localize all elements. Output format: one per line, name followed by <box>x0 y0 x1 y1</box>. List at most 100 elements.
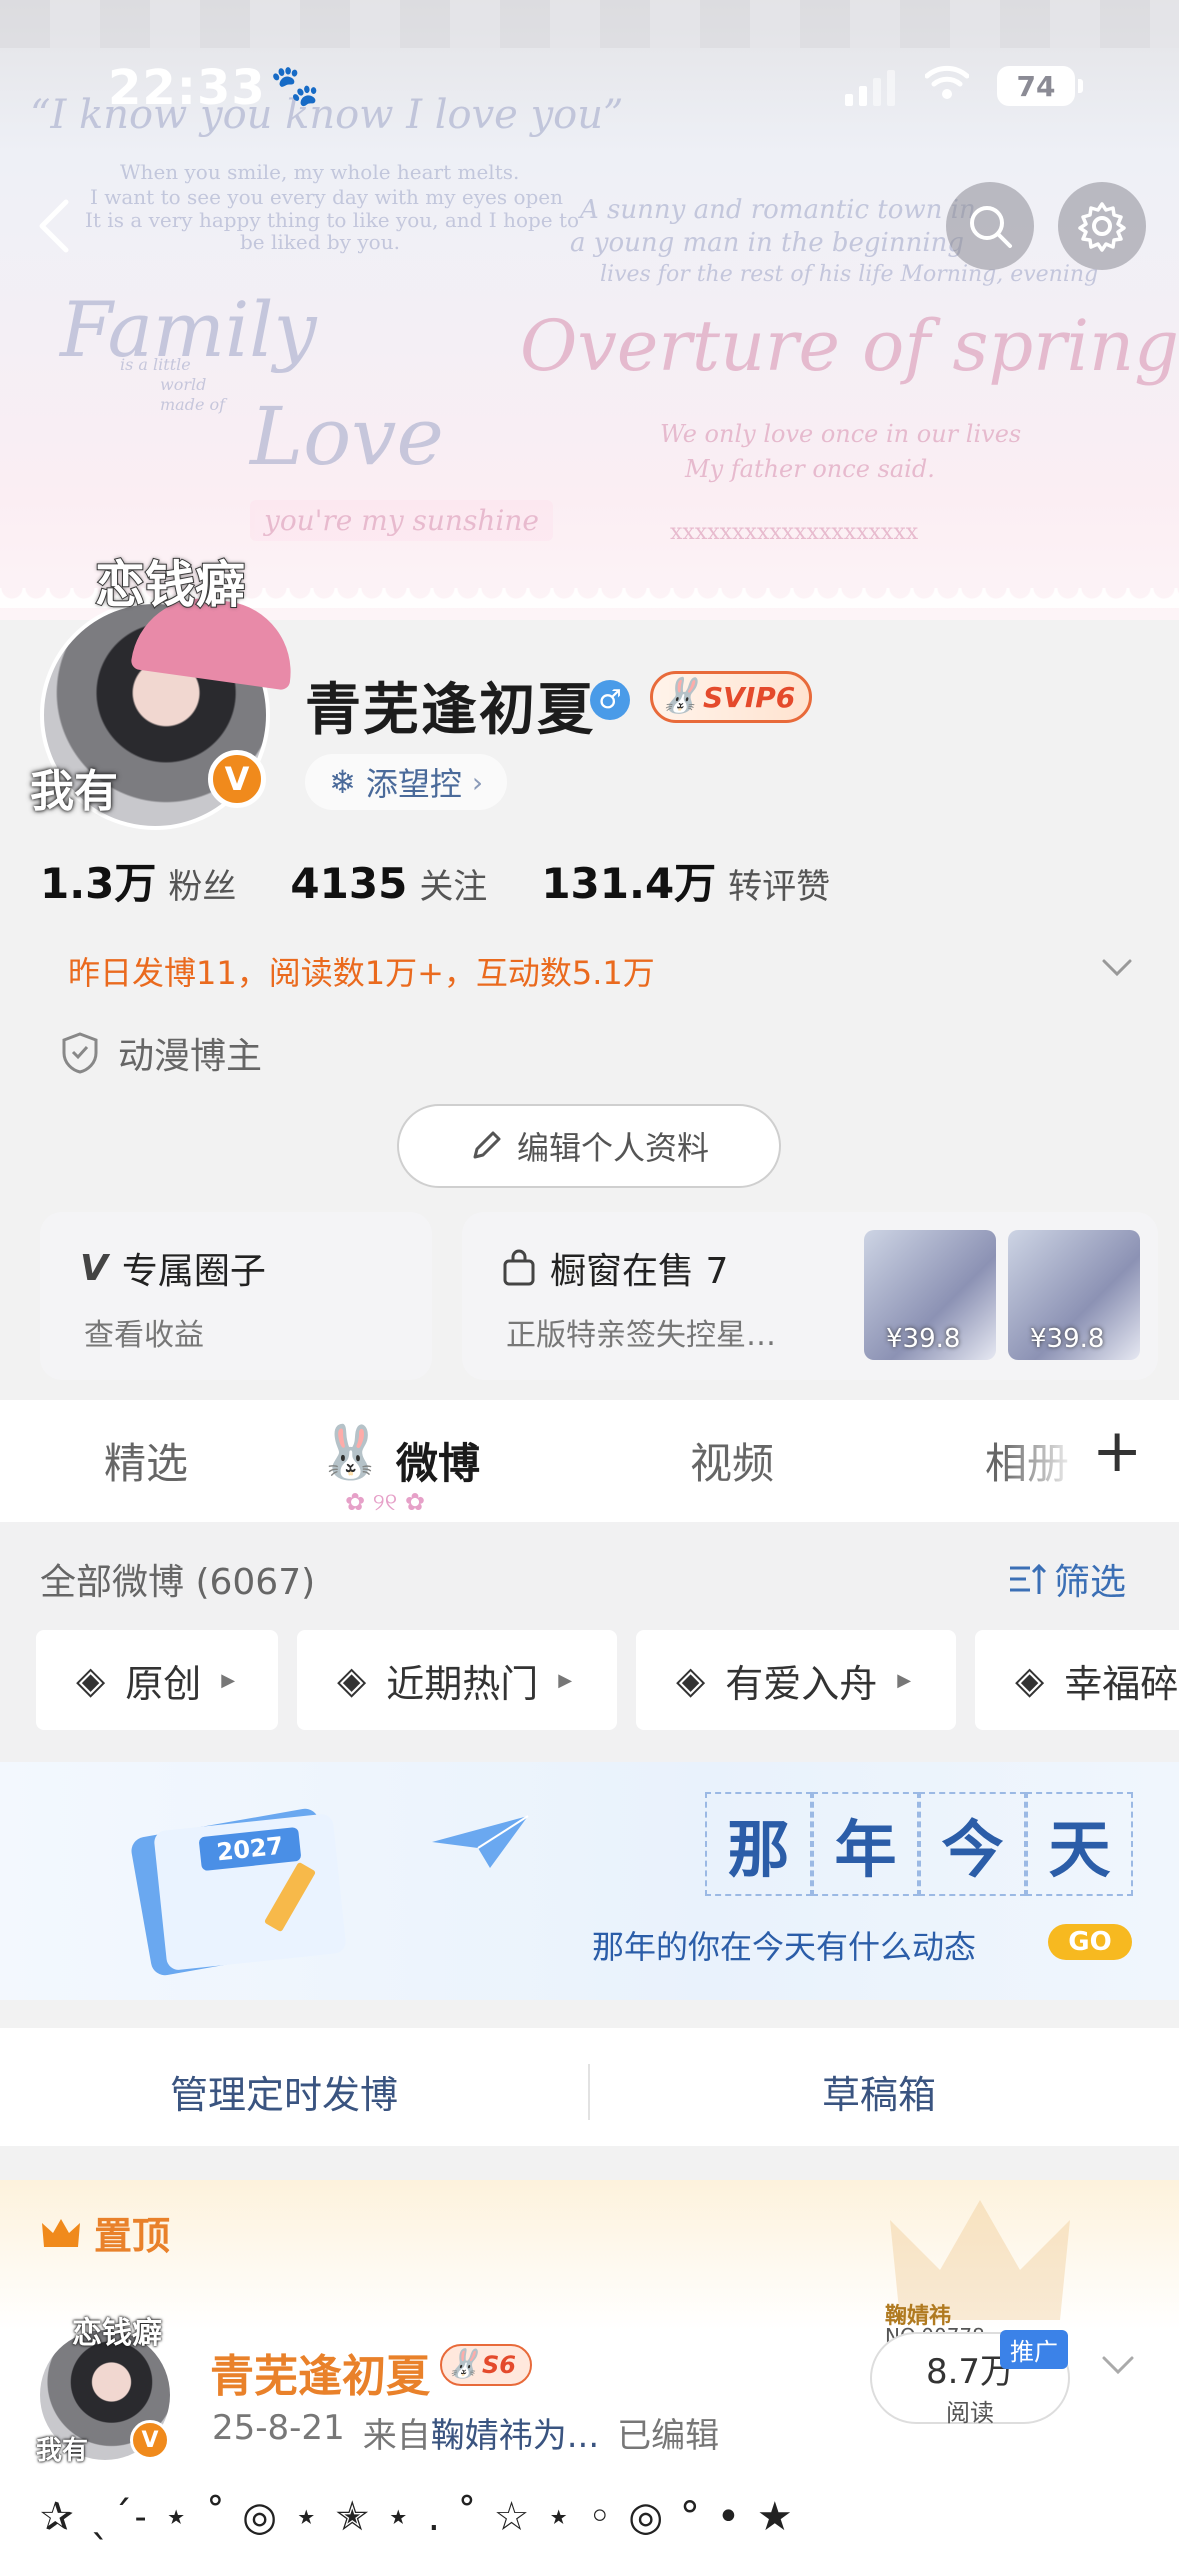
search-icon <box>970 206 1012 248</box>
chevron-down-icon[interactable] <box>1100 2346 1136 2386</box>
verified-badge: V <box>208 750 266 808</box>
svip-level-badge[interactable]: S6 <box>440 2344 532 2386</box>
stat-followers[interactable]: 1.3万 粉丝 <box>40 850 236 911</box>
wifi-icon <box>924 62 970 112</box>
paw-icon: 🐾 <box>270 63 320 109</box>
svip-badge[interactable]: SVIP6 <box>650 671 813 723</box>
exclusive-circle-card[interactable]: V 专属圈子 查看收益 <box>40 1212 432 1380</box>
settings-button[interactable] <box>1058 182 1146 270</box>
scheduled-posts-button[interactable]: 管理定时发博 <box>170 2064 398 2119</box>
profile-tabs: 精选 🐰 微博 ✿ ୨୧ ✿ 视频 相册 + <box>0 1400 1179 1522</box>
read-label: 阅读 <box>946 2399 994 2427</box>
circle-subtitle: 查看收益 <box>84 1318 204 1353</box>
banner-text: My father once said. <box>685 455 935 483</box>
banner-text: a young man in the beginning <box>570 228 965 258</box>
gear-icon <box>1078 202 1126 252</box>
male-icon: ♂ <box>590 680 630 720</box>
filter-icon <box>1010 1563 1047 1594</box>
banner-text: lives for the rest of his life Morning, … <box>600 262 1099 287</box>
post-verified-badge: V <box>130 2420 170 2460</box>
tab-video[interactable]: 视频 <box>690 1430 774 1491</box>
banner-star-strip <box>0 0 1179 48</box>
tab-featured[interactable]: 精选 <box>104 1430 188 1491</box>
snowflake-icon: ❄ <box>329 763 356 801</box>
banner-text: I want to see you every day with my eyes… <box>90 185 564 209</box>
post-avatar-caption-top: 恋钱癖 <box>72 2316 162 2351</box>
tab-weibo[interactable]: 微博 <box>396 1430 480 1491</box>
profile-avatar[interactable]: 恋钱癖 我有 V <box>30 545 300 830</box>
search-button[interactable] <box>946 182 1034 270</box>
pinned-label: 置顶 <box>40 2205 170 2260</box>
shopping-bag-icon <box>503 1249 535 1286</box>
on-this-day-title: 那 年 今 天 <box>705 1792 1133 1896</box>
yesterday-summary[interactable]: 昨日发博11，阅读数1万+，互动数5.1万 <box>68 948 655 994</box>
battery-indicator: 74 <box>997 66 1083 106</box>
product-thumbnail[interactable]: ¥39.8 <box>864 1230 996 1360</box>
shield-icon <box>62 1032 98 1074</box>
post-avatar-caption-bottom: 我有 <box>36 2436 89 2466</box>
profile-stats: 1.3万 粉丝 4135 关注 131.4万 转评赞 <box>40 850 830 911</box>
crown-icon <box>42 2218 80 2247</box>
status-time: 22:33 <box>108 60 266 116</box>
chip-original[interactable]: ◈ 原创 ▶ <box>36 1630 278 1730</box>
layers-icon: ◈ <box>676 1658 706 1702</box>
fan-club-button[interactable]: ❄ 添望控 › <box>305 754 508 810</box>
chip-love[interactable]: ◈ 有爱入舟 ▶ <box>636 1630 956 1730</box>
banner-text: world <box>160 375 207 394</box>
avatar-caption-bottom: 我有 <box>30 766 118 817</box>
username: 青芜逢初夏 <box>305 678 595 743</box>
banner-text: A sunny and romantic town in <box>580 195 976 225</box>
circle-title: V 专属圈子 <box>80 1247 266 1293</box>
banner-text: Love <box>250 390 444 483</box>
banner-text: We only love once in our lives <box>660 420 1022 448</box>
chip-recent-hot[interactable]: ◈ 近期热门 ▶ <box>297 1630 617 1730</box>
calendar-illustration: 2027 <box>129 1802 350 1978</box>
manage-bar: 管理定时发博 草稿箱 <box>0 2028 1179 2146</box>
triangle-right-icon: ▶ <box>558 1669 573 1691</box>
on-this-day-banner[interactable]: 2027 那 年 今 天 那年的你在今天有什么动态 GO <box>0 1762 1179 2000</box>
v-circle-icon: V <box>80 1247 108 1289</box>
all-weibo-count: 全部微博 (6067) <box>40 1562 316 1603</box>
avatar-caption-top: 恋钱癖 <box>94 555 246 615</box>
post-edited: 已编辑 <box>617 2416 720 2456</box>
pencil-icon <box>473 1131 501 1159</box>
back-button[interactable] <box>30 196 90 256</box>
stat-interactions[interactable]: 131.4万 转评赞 <box>541 850 830 911</box>
paper-plane-icon <box>430 1812 530 1876</box>
banner-text: is a little <box>120 355 191 374</box>
banner-text: be liked by you. <box>240 230 400 254</box>
fan-club-label: 添望控 <box>365 765 462 803</box>
drafts-button[interactable]: 草稿箱 <box>822 2064 936 2119</box>
stat-following[interactable]: 4135 关注 <box>290 859 487 908</box>
divider <box>588 2064 590 2120</box>
bunny-tab-icon: 🐰 <box>318 1423 383 1483</box>
banner-text: When you smile, my whole heart melts. <box>120 160 520 184</box>
banner-text: you're my sunshine <box>250 500 553 541</box>
bow-decoration: ✿ ୨୧ ✿ <box>345 1488 425 1516</box>
shop-subtitle: 正版特亲签失控星… <box>506 1318 776 1353</box>
post-author-name[interactable]: 青芜逢初夏 <box>210 2340 430 2404</box>
chip-happiness[interactable]: ◈ 幸福碎 <box>975 1630 1179 1730</box>
post-meta: 25-8-21 来自鞠婧祎为... 已编辑 <box>212 2408 720 2456</box>
post-source-link[interactable]: 鞠婧祎为... <box>431 2416 599 2456</box>
cellular-signal-icon <box>845 70 895 106</box>
banner-text: Overture of spring <box>520 305 1179 387</box>
filter-button[interactable]: 筛选 <box>1008 1553 1126 1605</box>
triangle-right-icon: ▶ <box>897 1669 912 1691</box>
product-thumbnail[interactable]: ¥39.8 <box>1008 1230 1140 1360</box>
layers-icon: ◈ <box>76 1658 106 1702</box>
banner-text: xxxxxxxxxxxxxxxxxxxx <box>670 520 919 545</box>
add-tab-icon[interactable]: + <box>1092 1421 1142 1481</box>
chevron-down-icon[interactable] <box>1100 950 1134 984</box>
shop-title: 橱窗在售 7 <box>502 1242 728 1294</box>
triangle-right-icon: ▶ <box>221 1669 236 1691</box>
layers-icon: ◈ <box>337 1658 367 1702</box>
promote-badge[interactable]: 推广 <box>1000 2330 1068 2369</box>
layers-icon: ◈ <box>1015 1658 1045 1702</box>
post-date: 25-8-21 <box>212 2408 345 2448</box>
edit-profile-button[interactable]: 编辑个人资料 <box>397 1104 781 1188</box>
tab-fade <box>1000 1400 1080 1522</box>
shop-window-card[interactable]: 橱窗在售 7 正版特亲签失控星… ¥39.8 ¥39.8 <box>462 1212 1158 1380</box>
go-button[interactable]: GO <box>1048 1924 1132 1960</box>
profile-tag[interactable]: 动漫博主 <box>60 1027 262 1079</box>
